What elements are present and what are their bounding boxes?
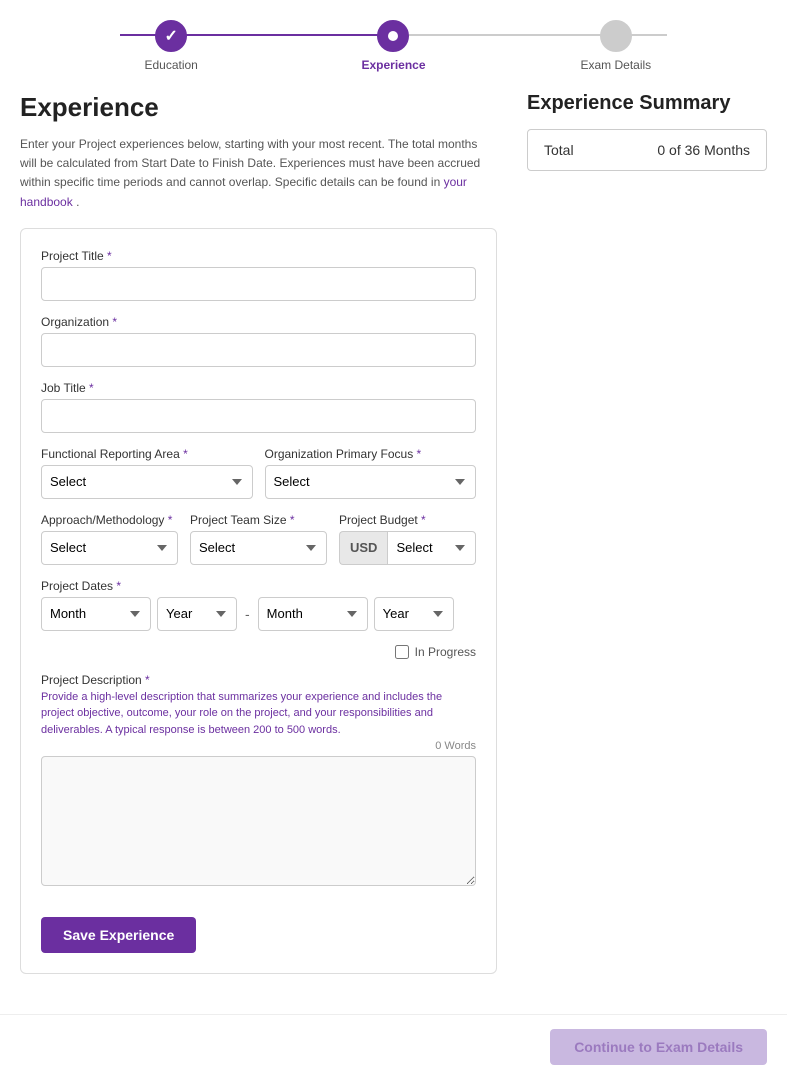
team-size-col: Project Team Size * Select — [190, 513, 327, 565]
project-desc-sublabel: Provide a high-level description that su… — [41, 689, 476, 739]
step-exam-details: Exam Details — [505, 20, 727, 72]
project-dates-group: Project Dates * Month Year - Month Year — [41, 579, 476, 631]
project-title-input[interactable] — [41, 267, 476, 301]
org-primary-focus-col: Organization Primary Focus * Select — [265, 447, 477, 499]
reporting-focus-row: Functional Reporting Area * Select Organ… — [41, 447, 476, 499]
stepper: Education Experience Exam Details — [0, 0, 787, 82]
job-title-label: Job Title * — [41, 381, 476, 395]
org-primary-focus-select[interactable]: Select — [265, 465, 477, 499]
right-panel: Experience Summary Total 0 of 36 Months — [527, 92, 767, 171]
approach-team-budget-row: Approach/Methodology * Select Project Te… — [41, 513, 476, 565]
start-month-select[interactable]: Month — [41, 597, 151, 631]
organization-input[interactable] — [41, 333, 476, 367]
desc-text-1: Enter your Project experiences below, st… — [20, 137, 480, 189]
step-experience: Experience — [282, 20, 504, 72]
save-experience-button[interactable]: Save Experience — [41, 917, 196, 953]
left-panel: Experience Enter your Project experience… — [20, 92, 497, 974]
continue-button[interactable]: Continue to Exam Details — [550, 1029, 767, 1065]
project-desc-label: Project Description * — [41, 673, 476, 687]
project-budget-label: Project Budget * — [339, 513, 476, 527]
project-desc-group: Project Description * Provide a high-lev… — [41, 673, 476, 890]
project-title-label: Project Title * — [41, 249, 476, 263]
word-count: 0 Words — [41, 740, 476, 752]
approach-col: Approach/Methodology * Select — [41, 513, 178, 565]
budget-select[interactable]: Select — [387, 531, 476, 565]
page-description: Enter your Project experiences below, st… — [20, 135, 497, 212]
in-progress-checkbox[interactable] — [395, 645, 409, 659]
step-dot — [388, 31, 398, 41]
summary-box: Total 0 of 36 Months — [527, 129, 767, 171]
form-card: Project Title * Organization * Job Title… — [20, 228, 497, 975]
desc-text-2: . — [76, 195, 79, 209]
bottom-bar: Continue to Exam Details — [0, 1014, 787, 1079]
end-month-select[interactable]: Month — [258, 597, 368, 631]
page-title: Experience — [20, 92, 497, 123]
step-label-education: Education — [144, 58, 197, 72]
project-dates-label: Project Dates * — [41, 579, 476, 593]
functional-reporting-col: Functional Reporting Area * Select — [41, 447, 253, 499]
organization-label: Organization * — [41, 315, 476, 329]
approach-label: Approach/Methodology * — [41, 513, 178, 527]
step-education: Education — [60, 20, 282, 72]
functional-reporting-select[interactable]: Select — [41, 465, 253, 499]
main-content: Experience Enter your Project experience… — [0, 82, 787, 994]
functional-reporting-label: Functional Reporting Area * — [41, 447, 253, 461]
project-title-group: Project Title * — [41, 249, 476, 301]
step-circle-experience — [377, 20, 409, 52]
step-circle-education — [155, 20, 187, 52]
job-title-group: Job Title * — [41, 381, 476, 433]
in-progress-label: In Progress — [415, 645, 476, 659]
summary-title: Experience Summary — [527, 92, 767, 115]
step-label-exam: Exam Details — [580, 58, 651, 72]
step-label-experience: Experience — [361, 58, 425, 72]
project-budget-col: Project Budget * USD Select — [339, 513, 476, 565]
team-size-label: Project Team Size * — [190, 513, 327, 527]
org-primary-focus-label: Organization Primary Focus * — [265, 447, 477, 461]
end-year-select[interactable]: Year — [374, 597, 454, 631]
team-size-select[interactable]: Select — [190, 531, 327, 565]
organization-group: Organization * — [41, 315, 476, 367]
summary-total-label: Total — [544, 142, 574, 158]
budget-input-row: USD Select — [339, 531, 476, 565]
start-year-select[interactable]: Year — [157, 597, 237, 631]
job-title-input[interactable] — [41, 399, 476, 433]
in-progress-row: In Progress — [41, 645, 476, 659]
summary-total-value: 0 of 36 Months — [657, 142, 750, 158]
approach-select[interactable]: Select — [41, 531, 178, 565]
usd-badge: USD — [339, 531, 387, 565]
dates-row: Month Year - Month Year — [41, 597, 476, 631]
project-desc-textarea[interactable] — [41, 756, 476, 886]
step-circle-exam — [600, 20, 632, 52]
date-separator: - — [243, 606, 252, 622]
